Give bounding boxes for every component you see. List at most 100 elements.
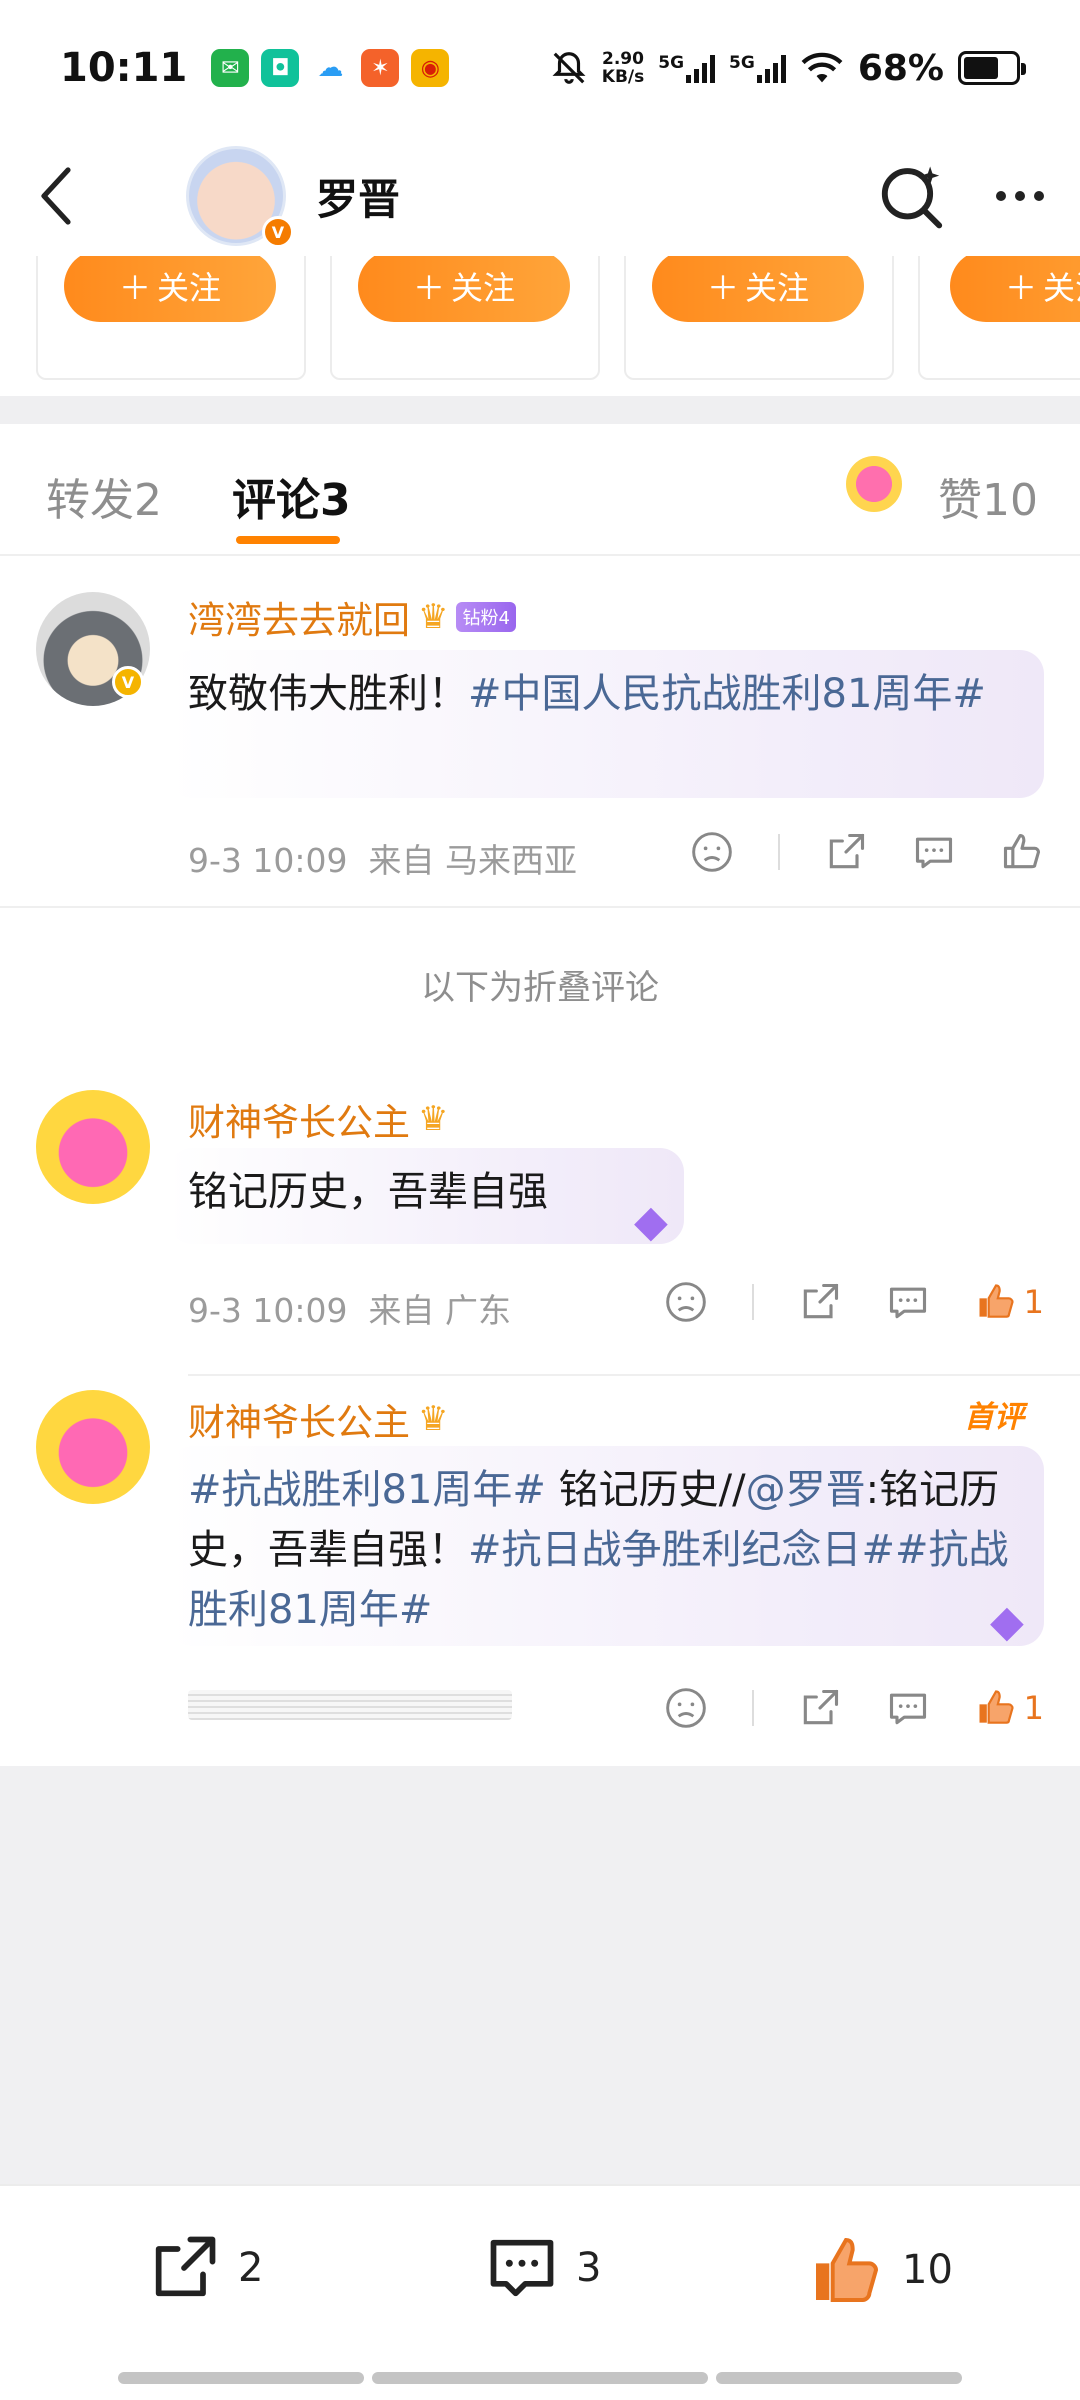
- section-gap: [0, 396, 1080, 424]
- blurred-meta: [188, 1690, 512, 1720]
- dislike-button[interactable]: [664, 1686, 708, 1730]
- status-time: 10:11: [60, 45, 188, 91]
- divider: [0, 906, 1080, 908]
- gesture-bar: [716, 2372, 962, 2384]
- like-count: 1: [1023, 1283, 1044, 1321]
- gesture-bar: [118, 2372, 364, 2384]
- repost-button[interactable]: 2: [146, 2230, 263, 2306]
- avatar[interactable]: [36, 1390, 150, 1504]
- comment-bubble: #抗战胜利81周年# 铭记历史//@罗晋:铭记历史，吾辈自强！#抗日战争胜利纪念…: [168, 1446, 1044, 1646]
- comment-username[interactable]: 湾湾去去就回 ♛ 钻粉4: [188, 590, 516, 644]
- active-tab-indicator: [236, 536, 340, 544]
- comment-item[interactable]: 财神爷长公主 ♛ 铭记历史，吾辈自强 ◆ 9-3 10:09 来自 广东 1: [0, 1076, 1080, 1376]
- recommend-card: ＋关注: [330, 256, 600, 380]
- tab-repost[interactable]: 转发2: [46, 464, 162, 528]
- divider: [751, 1690, 754, 1726]
- share-button[interactable]: [798, 1686, 842, 1730]
- comment-bubble-icon: [490, 2239, 554, 2297]
- comment-meta: 9-3 10:09 来自 广东: [188, 1291, 511, 1330]
- status-bar: 10:11 ✉ ◘ ☁ ✶ ◉ 2.90 KB/s 5G 5G 68%: [0, 0, 1080, 136]
- like-button[interactable]: [1000, 830, 1044, 874]
- comment-item[interactable]: V 湾湾去去就回 ♛ 钻粉4 致敬伟大胜利！#中国人民抗战胜利81周年# 9-3…: [0, 556, 1080, 908]
- frown-face-icon: [665, 1282, 706, 1322]
- comment-username[interactable]: 财神爷长公主 ♛: [188, 1392, 448, 1446]
- super-search-icon[interactable]: [878, 162, 946, 230]
- status-indicators: 2.90 KB/s 5G 5G 68%: [550, 47, 1026, 89]
- comment-button[interactable]: 3: [484, 2230, 601, 2306]
- fan-level-badge: 钻粉4: [456, 602, 516, 632]
- comment-text: 铭记历史，吾辈自强: [188, 1169, 548, 1215]
- comment-bubble-icon: [889, 1287, 926, 1319]
- reply-button[interactable]: [886, 1686, 930, 1730]
- comment-actions: 1: [620, 1280, 1044, 1324]
- signal-1: 5G: [658, 53, 716, 83]
- back-button[interactable]: [36, 166, 96, 226]
- weibo-icon: ◉: [411, 49, 450, 87]
- liker-avatar[interactable]: [846, 456, 902, 512]
- like-button[interactable]: 1: [974, 1686, 1044, 1730]
- comment-text: 致敬伟大胜利！: [188, 671, 468, 717]
- header-bar: V 罗晋: [0, 136, 1080, 256]
- mention-link[interactable]: @罗晋: [746, 1467, 866, 1513]
- thumbs-up-filled-icon: [979, 1690, 1014, 1724]
- tab-comments[interactable]: 评论3: [232, 464, 351, 528]
- share-icon: [829, 833, 865, 869]
- diamond-fan-icon: ◆: [990, 1596, 1024, 1647]
- app-person-icon: ✶: [361, 49, 400, 87]
- follow-button[interactable]: ＋关注: [652, 256, 864, 322]
- comment-actions: [646, 830, 1044, 874]
- diamond-fan-icon: ◆: [634, 1196, 668, 1247]
- comment-bubble-icon: [915, 837, 953, 869]
- follow-button[interactable]: ＋关注: [950, 256, 1080, 322]
- share-button[interactable]: [798, 1280, 842, 1324]
- battery-percent: 68%: [857, 47, 944, 89]
- wifi-icon: [801, 52, 843, 83]
- comment-list: V 湾湾去去就回 ♛ 钻粉4 致敬伟大胜利！#中国人民抗战胜利81周年# 9-3…: [0, 556, 1080, 1766]
- topic-tag[interactable]: #抗战胜利81周年#: [188, 1467, 546, 1513]
- avatar[interactable]: [36, 1090, 150, 1204]
- folded-comments-label: 以下为折叠评论: [421, 968, 659, 1008]
- app-shield-icon: ◘: [261, 49, 300, 87]
- frown-face-icon: [692, 832, 732, 872]
- topic-tag[interactable]: #抗日战争胜利纪念日#: [468, 1527, 895, 1573]
- net-speed: 2.90 KB/s: [601, 49, 645, 87]
- follow-button[interactable]: ＋关注: [358, 256, 570, 322]
- comment-meta: 9-3 10:09 来自 马来西亚: [188, 841, 577, 880]
- back-icon: [41, 167, 71, 225]
- battery-icon: [958, 51, 1026, 85]
- comment-username[interactable]: 财神爷长公主 ♛: [188, 1092, 448, 1146]
- follow-button[interactable]: ＋关注: [64, 256, 276, 322]
- crown-icon: ♛: [418, 1399, 449, 1439]
- recommend-card: ＋关注: [36, 256, 306, 380]
- like-count: 1: [1023, 1689, 1044, 1727]
- frown-face-icon: [665, 1688, 706, 1728]
- reply-button[interactable]: [886, 1280, 930, 1324]
- notification-app-icons: ✉ ◘ ☁ ✶ ◉: [211, 49, 450, 87]
- dislike-button[interactable]: [664, 1280, 708, 1324]
- recommend-card: ＋关注: [624, 256, 894, 380]
- like-button[interactable]: 10: [806, 2230, 953, 2310]
- comment-bubble-icon: [889, 1693, 926, 1725]
- gesture-bar: [372, 2372, 708, 2384]
- page-title[interactable]: 罗晋: [316, 166, 400, 227]
- like-button[interactable]: 1: [974, 1280, 1044, 1324]
- bottom-action-bar: 2 3 10: [0, 2184, 1080, 2400]
- author-avatar[interactable]: V: [186, 146, 294, 248]
- comment-bubble: 致敬伟大胜利！#中国人民抗战胜利81周年#: [168, 650, 1044, 798]
- share-icon: [803, 1283, 838, 1319]
- divider: [778, 834, 780, 870]
- more-icon[interactable]: [996, 191, 1044, 201]
- reply-button[interactable]: [912, 830, 956, 874]
- crown-icon: ♛: [418, 1099, 449, 1139]
- verified-v-icon: V: [262, 216, 294, 248]
- chat-bubble-icon: ☁: [311, 49, 350, 87]
- thumbs-up-icon: [1003, 833, 1041, 869]
- comment-bubble: 铭记历史，吾辈自强: [168, 1148, 684, 1244]
- tabs-bar: 转发2 评论3 赞10: [0, 424, 1080, 556]
- topic-tag[interactable]: #中国人民抗战胜利81周年#: [468, 671, 986, 717]
- tab-likes[interactable]: 赞10: [938, 464, 1038, 528]
- share-button[interactable]: [824, 830, 868, 874]
- recommend-follow-strip: ＋关注 ＋关注 ＋关注 ＋关注: [0, 256, 1080, 396]
- dislike-button[interactable]: [690, 830, 734, 874]
- comment-item[interactable]: 财神爷长公主 ♛ 首评 #抗战胜利81周年# 铭记历史//@罗晋:铭记历史，吾辈…: [0, 1376, 1080, 1766]
